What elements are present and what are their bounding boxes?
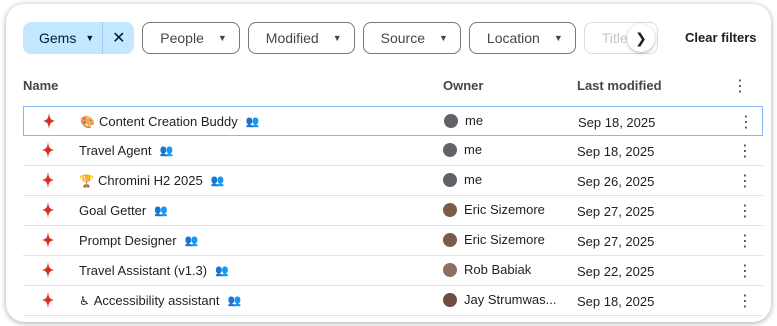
scroll-right-button[interactable]: ❯ (627, 24, 655, 52)
gem-sparkle-icon (42, 142, 54, 158)
table-row[interactable]: 🏆 Chromini H2 2025 👥 me Sep 26, 2025 ⋮ (23, 166, 763, 196)
owner-cell: me (444, 113, 483, 128)
gem-emoji-icon: 🏆 (79, 173, 94, 188)
table-row[interactable]: Travel Assistant (v1.3) 👥 Rob Babiak Sep 22… (23, 256, 763, 286)
table-row[interactable]: ♿ Accessibility assistant 👥 Jay Strumwas...… (23, 286, 763, 316)
last-modified-date: Sep 18, 2025 (577, 294, 655, 309)
owner-cell: Eric Sizemore (443, 202, 545, 217)
avatar (443, 292, 457, 307)
owner-name: me (465, 113, 484, 128)
close-icon[interactable]: ✕ (102, 22, 134, 54)
gem-sparkle-icon (43, 113, 55, 129)
avatar (443, 202, 457, 217)
gem-sparkle-icon (42, 262, 54, 278)
owner-cell: Rob Babiak (443, 262, 531, 277)
gem-name-cell[interactable]: Goal Getter 👥 (79, 203, 168, 218)
column-header-last-modified[interactable]: Last modified (577, 78, 662, 93)
owner-name: me (464, 142, 483, 157)
more-vert-icon[interactable]: ⋮ (737, 291, 753, 311)
gem-name-cell[interactable]: 🏆 Chromini H2 2025 👥 (79, 173, 224, 188)
modified-filter-label: Modified (265, 30, 319, 46)
shared-people-icon: 👥 (215, 265, 229, 277)
gem-name: Travel Agent (79, 143, 152, 158)
more-vert-icon[interactable]: ⋮ (737, 201, 753, 221)
shared-people-icon: 👥 (210, 175, 225, 187)
source-filter-label: Source (380, 30, 425, 46)
shared-people-icon: 👥 (227, 295, 242, 307)
gems-filter-chip[interactable]: Gems ▼ ✕ (23, 22, 135, 54)
shared-people-icon: 👥 (245, 116, 260, 128)
clear-filters-button[interactable]: Clear filters (685, 30, 757, 45)
gem-sparkle-icon (42, 292, 54, 308)
chevron-right-icon: ❯ (635, 29, 647, 46)
gem-sparkle-icon (42, 202, 54, 218)
owner-name: Eric Sizemore (464, 232, 545, 247)
table-row[interactable]: 🎨 Content Creation Buddy 👥 me Sep 18, 2025 ⋮ (23, 106, 763, 136)
last-modified-date: Sep 18, 2025 (577, 144, 655, 159)
last-modified-date: Sep 27, 2025 (577, 204, 655, 219)
gem-name-cell[interactable]: 🎨 Content Creation Buddy 👥 (80, 114, 259, 129)
avatar (443, 262, 457, 277)
owner-name: Rob Babiak (464, 262, 532, 277)
modified-filter-chip[interactable]: Modified ▼ (247, 22, 355, 54)
last-modified-date: Sep 27, 2025 (577, 234, 655, 249)
gem-sparkle-icon (42, 172, 54, 188)
more-vert-icon[interactable]: ⋮ (737, 261, 753, 281)
more-vert-icon[interactable]: ⋮ (737, 141, 753, 161)
gem-name-cell[interactable]: Travel Agent 👥 (79, 143, 173, 158)
gem-emoji-icon: 🎨 (80, 114, 95, 129)
more-vert-icon[interactable]: ⋮ (737, 231, 753, 251)
gem-name: Chromini H2 2025 (97, 173, 203, 188)
gem-name: Travel Assistant (v1.3) (79, 263, 208, 278)
people-filter-label: People (160, 30, 204, 46)
table-row[interactable]: Goal Getter 👥 Eric Sizemore Sep 27, 2025 ⋮ (23, 196, 763, 226)
chevron-down-icon: ▼ (217, 33, 227, 43)
column-header-owner[interactable]: Owner (443, 78, 483, 93)
shared-people-icon: 👥 (184, 235, 199, 247)
last-modified-date: Sep 18, 2025 (578, 115, 656, 130)
avatar (443, 232, 457, 247)
owner-cell: Jay Strumwas... (443, 292, 556, 307)
column-header-name[interactable]: Name (23, 78, 58, 93)
source-filter-chip[interactable]: Source ▼ (362, 22, 461, 54)
last-modified-date: Sep 22, 2025 (577, 264, 655, 279)
more-vert-icon[interactable]: ⋮ (738, 112, 754, 132)
chevron-down-icon: ▼ (332, 33, 342, 43)
more-vert-icon[interactable]: ⋮ (732, 76, 748, 96)
gem-sparkle-icon (42, 232, 54, 248)
gem-name: Content Creation Buddy (98, 114, 238, 129)
owner-cell: Eric Sizemore (443, 232, 545, 247)
gems-list-panel: Gems ▼ ✕ People ▼ Modified ▼ Source ▼ Lo… (6, 4, 771, 322)
gem-name: Accessibility assistant (93, 293, 220, 308)
chevron-down-icon: ▼ (553, 33, 563, 43)
chevron-down-icon: ▼ (438, 33, 448, 43)
gem-name-cell[interactable]: Travel Assistant (v1.3) 👥 (79, 263, 229, 278)
shared-people-icon: 👥 (159, 145, 174, 157)
owner-cell: me (443, 172, 482, 187)
location-filter-chip[interactable]: Location ▼ (468, 22, 576, 54)
gem-name-cell[interactable]: Prompt Designer 👥 (79, 233, 198, 248)
table-row[interactable]: Prompt Designer 👥 Eric Sizemore Sep 27, 202… (23, 226, 763, 256)
gem-name: Prompt Designer (79, 233, 177, 248)
shared-people-icon: 👥 (154, 205, 168, 217)
gem-name: Goal Getter (79, 203, 147, 218)
avatar (443, 172, 457, 187)
filter-bar: Gems ▼ ✕ People ▼ Modified ▼ Source ▼ Lo… (23, 21, 666, 55)
chevron-down-icon: ▼ (85, 33, 95, 43)
owner-name: Eric Sizemore (464, 202, 545, 217)
avatar (443, 142, 457, 157)
last-modified-date: Sep 26, 2025 (577, 174, 655, 189)
gem-name-cell[interactable]: ♿ Accessibility assistant 👥 (79, 293, 241, 308)
more-vert-icon[interactable]: ⋮ (737, 171, 753, 191)
avatar (444, 113, 458, 128)
table-row[interactable]: Travel Agent 👥 me Sep 18, 2025 ⋮ (23, 136, 763, 166)
location-filter-label: Location (486, 30, 540, 46)
gems-filter-label: Gems (39, 30, 77, 46)
owner-cell: me (443, 142, 482, 157)
people-filter-chip[interactable]: People ▼ (142, 22, 240, 54)
owner-name: Jay Strumwas... (464, 292, 557, 307)
gem-emoji-icon: ♿ (79, 293, 90, 308)
owner-name: me (464, 172, 483, 187)
